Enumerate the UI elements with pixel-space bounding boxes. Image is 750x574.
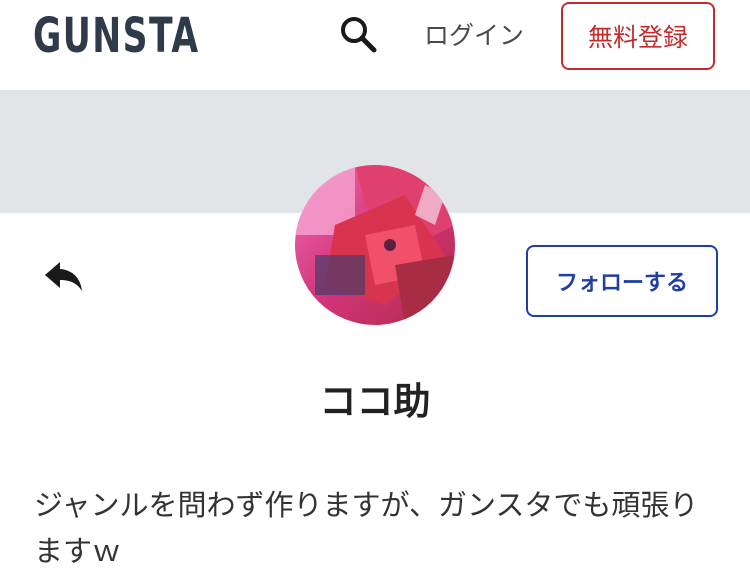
avatar-image [295, 165, 455, 325]
site-logo[interactable]: GUNSTA [33, 8, 200, 64]
profile-bio: ジャンルを問わず作りますが、ガンスタでも頑張りますｗ [34, 488, 699, 568]
back-button[interactable] [42, 256, 86, 296]
avatar[interactable] [295, 165, 455, 325]
profile-page: GUNSTA ログイン 無料登録 フォローする ココ助 ジャンルを問わず作ります… [0, 0, 750, 574]
reply-arrow-icon [45, 262, 82, 291]
login-link[interactable]: ログイン [424, 20, 524, 52]
follow-button[interactable]: フォローする [526, 245, 718, 317]
search-button[interactable] [338, 14, 380, 56]
site-header: GUNSTA ログイン 無料登録 [0, 0, 750, 90]
username: ココ助 [319, 380, 431, 423]
search-icon [341, 17, 377, 53]
register-button[interactable]: 無料登録 [561, 2, 715, 70]
